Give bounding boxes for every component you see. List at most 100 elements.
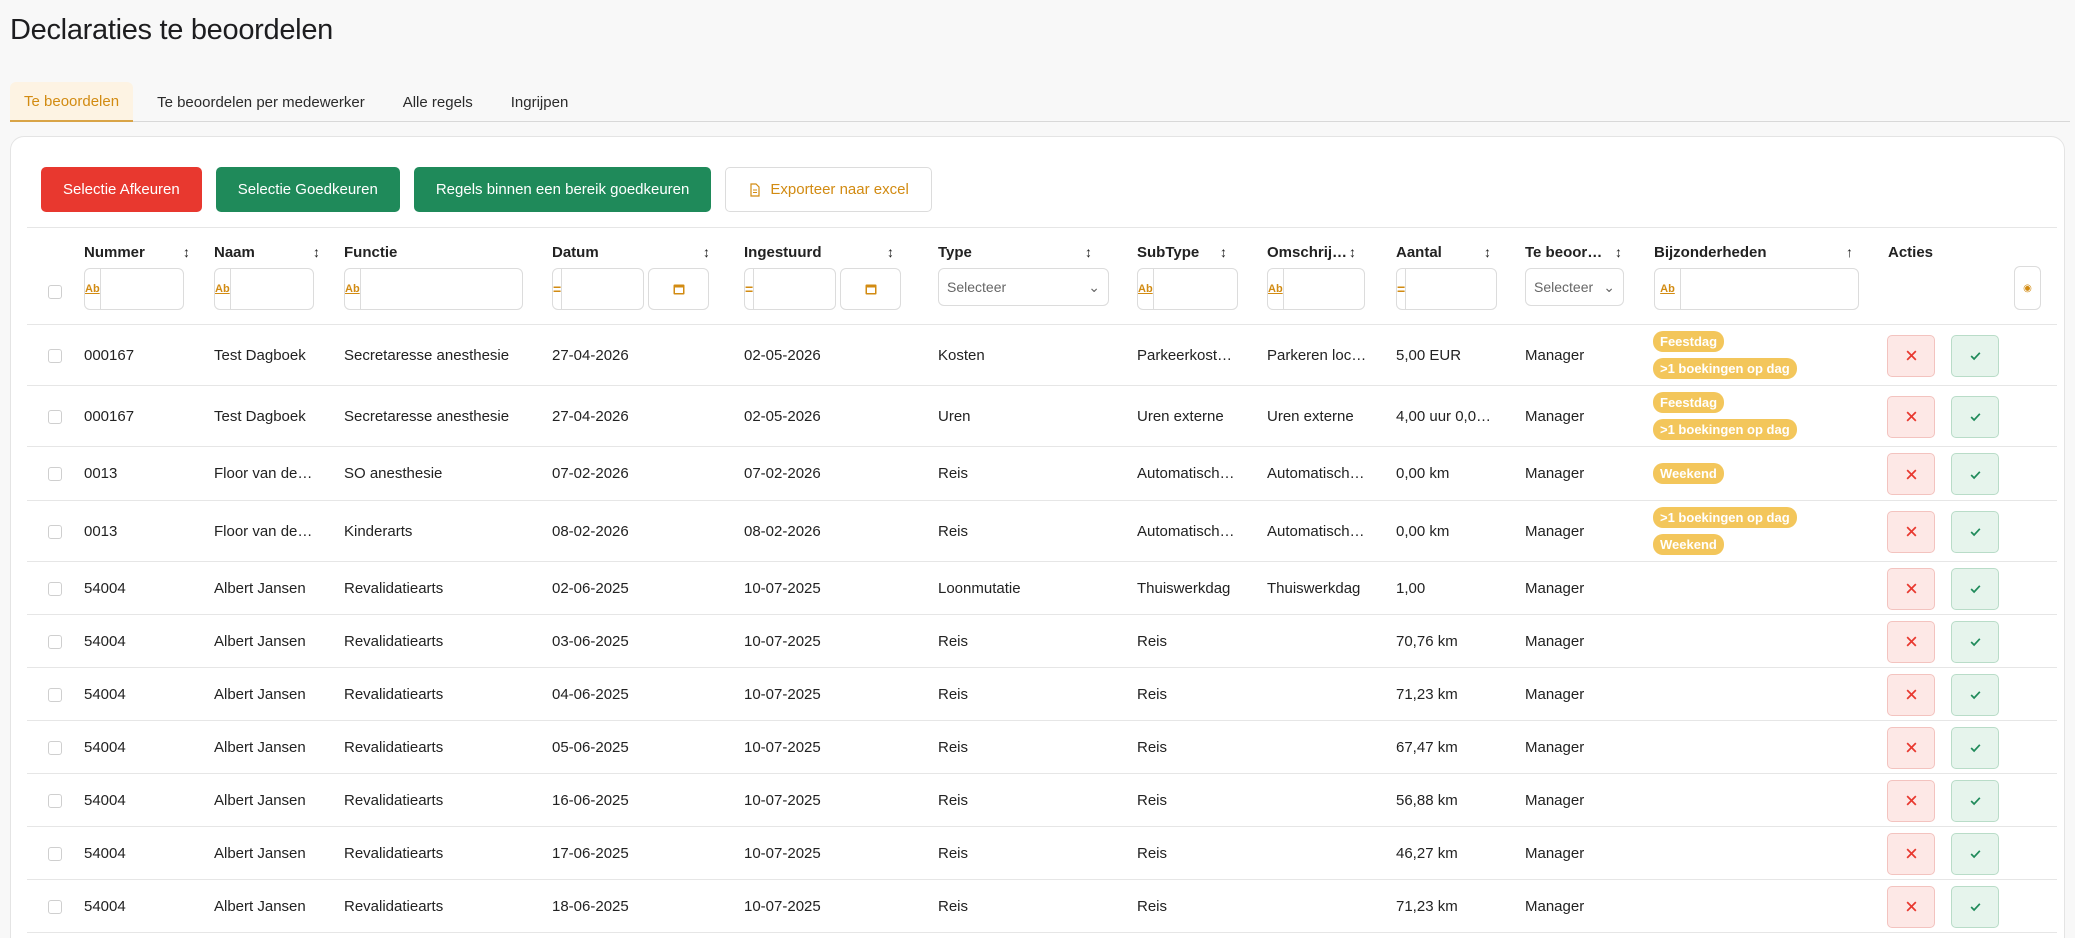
approve-row-button[interactable] <box>1951 726 1999 769</box>
cell-aantal: 71,23 km <box>1396 897 1458 915</box>
row-checkbox[interactable] <box>48 687 62 702</box>
table-row[interactable]: 54004 Albert Jansen Revalidatiearts 17-06-2… <box>27 827 2057 880</box>
filter-functie[interactable]: Ab <box>344 268 538 310</box>
reject-row-button[interactable] <box>1887 334 1935 377</box>
reject-row-button[interactable] <box>1887 620 1935 663</box>
sort-icon[interactable]: ↕ <box>183 244 190 260</box>
table-row[interactable]: 54004 Albert Jansen Revalidatiearts 02-06-2… <box>27 562 2057 615</box>
filter-subtype[interactable]: Ab <box>1137 268 1331 310</box>
col-acties: Acties <box>1888 244 1934 261</box>
sort-icon[interactable]: ↕ <box>1349 244 1356 260</box>
reject-row-button[interactable] <box>1887 395 1935 438</box>
filter-bijzonderheden-input[interactable] <box>1681 269 1858 309</box>
filter-naam[interactable]: Ab <box>214 268 408 310</box>
filter-nummer[interactable]: Ab <box>84 268 278 310</box>
filter-te-beoordelen-select[interactable]: Selecteer ⌄ <box>1525 268 1624 306</box>
approve-row-button[interactable] <box>1951 673 1999 716</box>
chevron-down-icon: ⌄ <box>1088 278 1100 295</box>
sort-icon[interactable]: ↕ <box>1615 244 1622 260</box>
reject-row-button[interactable] <box>1887 453 1935 495</box>
sort-icon[interactable]: ↕ <box>887 244 894 260</box>
row-checkbox[interactable] <box>48 524 62 539</box>
col-subtype[interactable]: SubType <box>1137 244 1199 261</box>
reject-selection-button[interactable]: Selectie Afkeuren <box>41 167 202 212</box>
cell-subtype: Reis <box>1137 844 1168 862</box>
reject-row-button[interactable] <box>1887 567 1935 610</box>
table-row[interactable]: 0013 Floor van de… Kinderarts 08-02-2026 08-… <box>27 501 2057 562</box>
table-row[interactable]: 54004 Albert Jansen Revalidatiearts 16-06-2… <box>27 774 2057 827</box>
filter-datum[interactable]: = <box>552 268 740 310</box>
table-row[interactable]: 54004 Albert Jansen Revalidatiearts 03-06-2… <box>27 615 2057 668</box>
table-row[interactable]: 000167 Test Dagboek Secretaresse anesthesi… <box>27 325 2057 386</box>
row-checkbox[interactable] <box>48 348 62 363</box>
col-naam[interactable]: Naam <box>214 244 255 261</box>
filter-bijzonderheden[interactable]: Ab <box>1654 268 1859 310</box>
col-nummer[interactable]: Nummer <box>84 244 145 261</box>
col-ingestuurd[interactable]: Ingestuurd <box>744 244 822 261</box>
table-row[interactable]: 54004 Albert Jansen Revalidatiearts 18-06-2… <box>27 880 2057 933</box>
table-row[interactable]: 000167 Test Dagboek Secretaresse anesthesi… <box>27 386 2057 447</box>
filter-functie-input[interactable] <box>360 269 538 309</box>
cell-functie: Revalidatiearts <box>344 685 444 703</box>
row-checkbox[interactable] <box>48 899 62 914</box>
row-checkbox[interactable] <box>48 409 62 424</box>
row-checkbox[interactable] <box>48 740 62 755</box>
reject-row-button[interactable] <box>1887 726 1935 769</box>
approve-row-button[interactable] <box>1951 567 1999 610</box>
approve-row-button[interactable] <box>1951 885 1999 928</box>
cell-ingestuurd: 10-07-2025 <box>744 791 821 809</box>
approve-row-button[interactable] <box>1951 395 1999 438</box>
approve-row-button[interactable] <box>1951 832 1999 875</box>
table-row[interactable]: 0013 Floor van de… SO anesthesie 07-02-2026… <box>27 447 2057 501</box>
calendar-icon[interactable] <box>648 268 709 310</box>
export-excel-button[interactable]: Exporteer naar excel <box>725 167 932 212</box>
approve-selection-button[interactable]: Selectie Goedkeuren <box>215 167 400 212</box>
col-datum[interactable]: Datum <box>552 244 599 261</box>
calendar-icon[interactable] <box>840 268 901 310</box>
table-row[interactable]: 54004 Albert Jansen Revalidatiearts 05-06-2… <box>27 721 2057 774</box>
reject-row-button[interactable] <box>1887 673 1935 716</box>
row-checkbox[interactable] <box>48 581 62 596</box>
row-checkbox[interactable] <box>48 467 62 481</box>
eye-icon[interactable]: ◉ <box>2014 266 2041 310</box>
approve-row-button[interactable] <box>1951 510 1999 553</box>
cell-functie: SO anesthesie <box>344 465 443 482</box>
col-functie[interactable]: Functie <box>344 244 397 261</box>
tab-per-medewerker[interactable]: Te beoordelen per medewerker <box>143 82 379 122</box>
sort-icon[interactable]: ↕ <box>1220 244 1227 260</box>
tab-ingrijpen[interactable]: Ingrijpen <box>497 82 583 122</box>
col-bijzonderheden[interactable]: Bijzonderheden <box>1654 244 1767 261</box>
approve-row-button[interactable] <box>1951 334 1999 377</box>
row-checkbox[interactable] <box>48 846 62 861</box>
select-all-checkbox[interactable] <box>48 285 62 299</box>
sort-icon[interactable]: ↕ <box>1085 244 1092 260</box>
filter-ingestuurd[interactable]: = <box>744 268 932 310</box>
tab-alle-regels[interactable]: Alle regels <box>389 82 487 122</box>
reject-row-button[interactable] <box>1887 510 1935 553</box>
filter-omschrijving[interactable]: Ab <box>1267 268 1461 310</box>
approve-row-button[interactable] <box>1951 453 1999 495</box>
col-omschrijving[interactable]: Omschrij… <box>1267 244 1347 261</box>
reject-row-button[interactable] <box>1887 779 1935 822</box>
cell-ingestuurd: 02-05-2026 <box>744 346 821 364</box>
table-row[interactable]: 54004 Albert Jansen Revalidatiearts 04-06-2… <box>27 668 2057 721</box>
reject-row-button[interactable] <box>1887 885 1935 928</box>
row-checkbox[interactable] <box>48 634 62 649</box>
reject-row-button[interactable] <box>1887 832 1935 875</box>
sort-icon[interactable]: ↕ <box>703 244 710 260</box>
col-te-beoordelen[interactable]: Te beoor… <box>1525 244 1602 261</box>
row-checkbox[interactable] <box>48 793 62 808</box>
filter-aantal[interactable]: = <box>1396 268 1584 310</box>
approve-row-button[interactable] <box>1951 620 1999 663</box>
sort-asc-icon[interactable]: ↑ <box>1846 244 1853 260</box>
approve-range-button[interactable]: Regels binnen een bereik goedkeuren <box>413 167 712 212</box>
approve-row-button[interactable] <box>1951 779 1999 822</box>
cell-te-beoordelen: Manager <box>1525 685 1585 703</box>
cell-te-beoordelen: Manager <box>1525 844 1585 862</box>
sort-icon[interactable]: ↕ <box>313 244 320 260</box>
filter-type-select[interactable]: Selecteer ⌄ <box>938 268 1109 306</box>
sort-icon[interactable]: ↕ <box>1484 244 1491 260</box>
tab-te-beoordelen[interactable]: Te beoordelen <box>10 82 134 122</box>
col-aantal[interactable]: Aantal <box>1396 244 1442 261</box>
col-type[interactable]: Type <box>938 244 972 261</box>
